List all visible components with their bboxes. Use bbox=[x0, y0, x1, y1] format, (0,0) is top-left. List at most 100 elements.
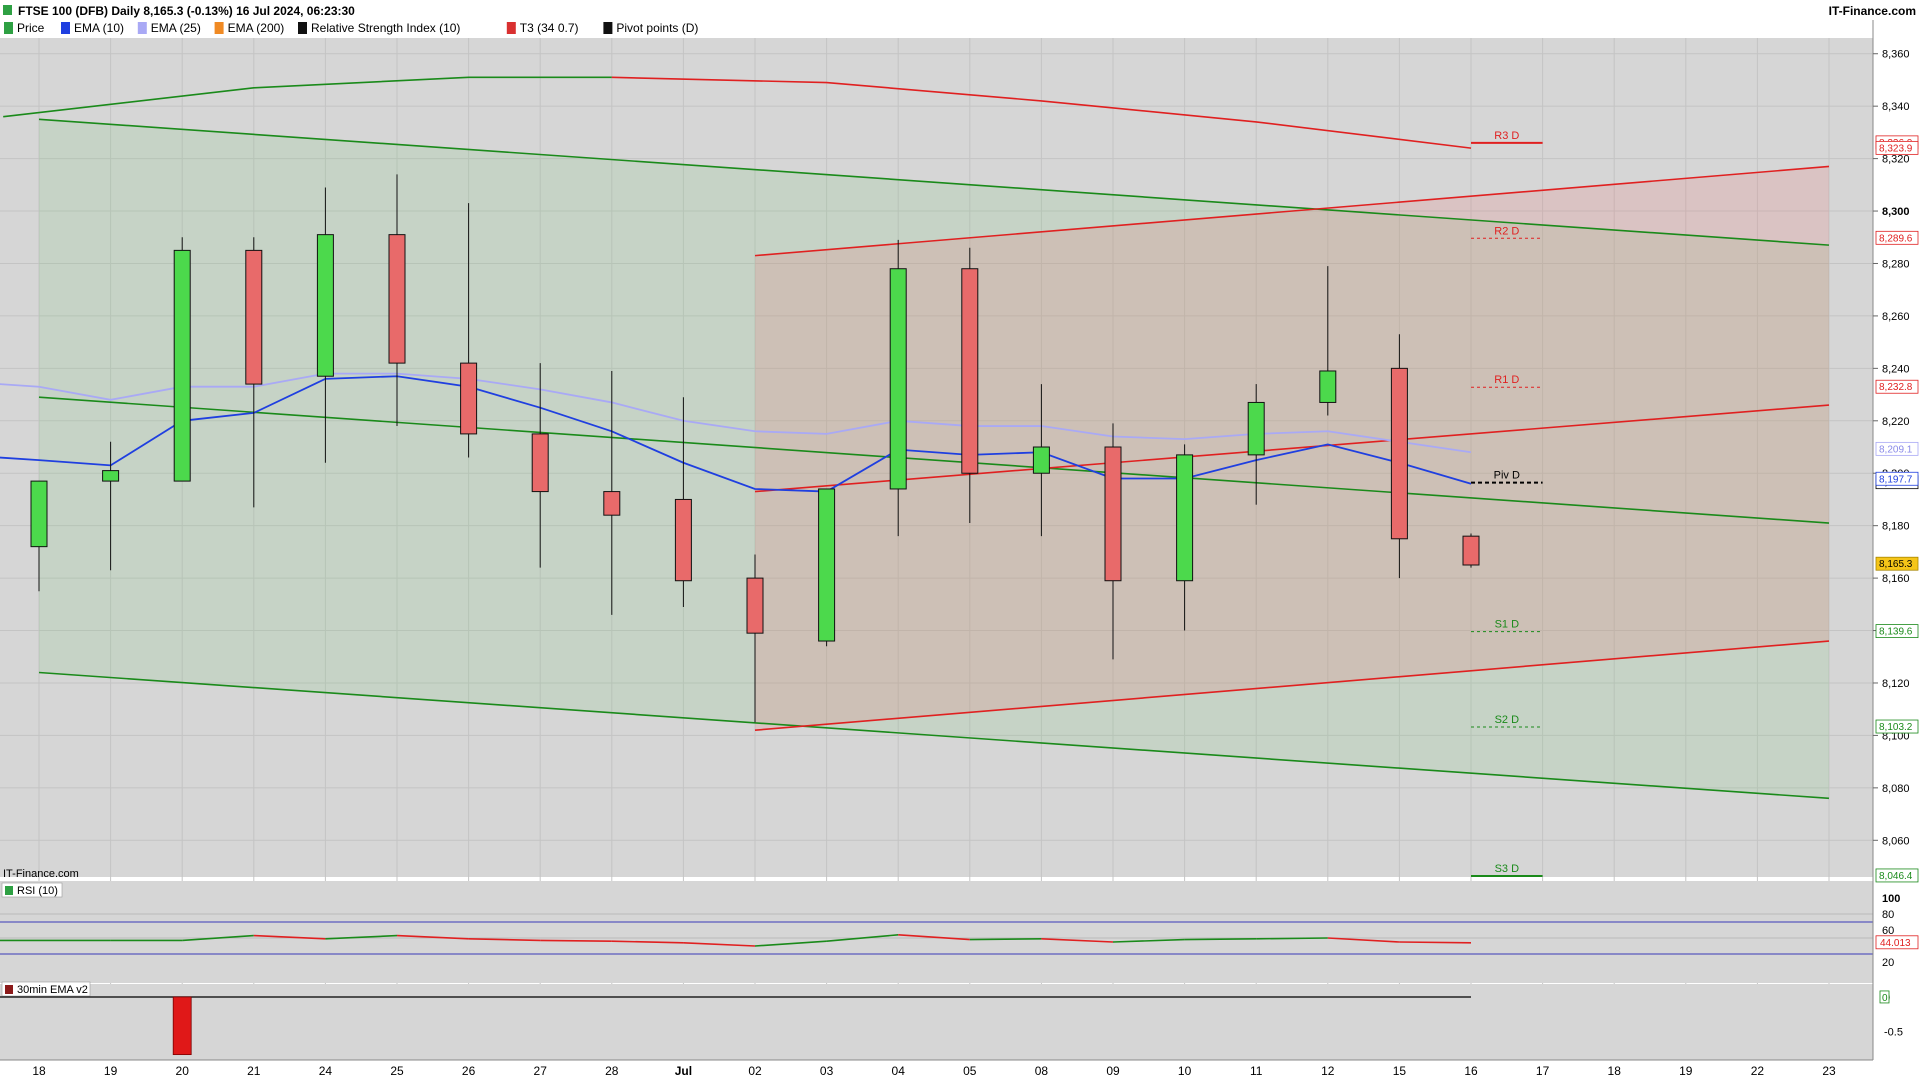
chart-title: FTSE 100 (DFB) Daily 8,165.3 (-0.13%) 16… bbox=[18, 4, 355, 18]
candle-body bbox=[1462, 535, 1480, 566]
candle-body bbox=[889, 268, 907, 490]
candle-body bbox=[603, 491, 621, 516]
x-tick-label: 15 bbox=[1393, 1064, 1407, 1078]
pivot-label: R2 D bbox=[1494, 225, 1519, 237]
legend-swatch bbox=[298, 22, 307, 34]
rsi-pane-bg bbox=[0, 881, 1873, 983]
candle-body bbox=[102, 470, 120, 482]
indicator-legend: Price EMA (10) EMA (25) EMA (200) Relative S… bbox=[4, 21, 698, 35]
y-tick-label: 8,300 bbox=[1882, 206, 1910, 218]
candle-body bbox=[1390, 367, 1408, 540]
x-tick-label: 03 bbox=[820, 1064, 834, 1078]
y-tick-label: 8,060 bbox=[1882, 835, 1910, 847]
legend-item-4[interactable]: Relative Strength Index (10) bbox=[311, 21, 460, 35]
x-tick-label: 17 bbox=[1536, 1064, 1550, 1078]
rsi-tick-label: 20 bbox=[1882, 957, 1894, 969]
y-tick-label: 8,080 bbox=[1882, 783, 1910, 795]
rsi-segment bbox=[969, 938, 1042, 941]
ema30-pane-bg bbox=[0, 984, 1873, 1060]
svg-text:8,046.4: 8,046.4 bbox=[1879, 871, 1913, 882]
candle-body bbox=[245, 249, 263, 385]
x-tick-label: 10 bbox=[1178, 1064, 1192, 1078]
y-tick-label: 8,360 bbox=[1882, 49, 1910, 61]
candle-body bbox=[1176, 454, 1194, 582]
candle-body bbox=[460, 362, 478, 435]
rsi-segment bbox=[1184, 938, 1257, 941]
svg-text:8,139.6: 8,139.6 bbox=[1879, 627, 1913, 638]
x-tick-label: 08 bbox=[1035, 1064, 1049, 1078]
rsi-tick-label: 60 bbox=[1882, 925, 1894, 937]
legend-swatch bbox=[137, 22, 147, 34]
x-tick-label: 22 bbox=[1751, 1064, 1765, 1078]
rsi-segment bbox=[1399, 941, 1472, 944]
ema30-bar bbox=[172, 996, 192, 1056]
ema30-zero-tag: 0 bbox=[1879, 990, 1890, 1004]
x-tick-label: 20 bbox=[176, 1064, 190, 1078]
y-tick-label: 8,180 bbox=[1882, 521, 1910, 533]
rsi-value-tag: 44.013 bbox=[1875, 935, 1919, 950]
svg-text:8,103.2: 8,103.2 bbox=[1879, 722, 1913, 733]
legend-item-1[interactable]: EMA (10) bbox=[74, 21, 124, 35]
legend-item-2[interactable]: EMA (25) bbox=[151, 21, 201, 35]
x-tick-label: 18 bbox=[32, 1064, 46, 1078]
legend-item-6[interactable]: Pivot points (D) bbox=[616, 21, 698, 35]
x-tick-label: 05 bbox=[963, 1064, 977, 1078]
x-tick-label: 12 bbox=[1321, 1064, 1335, 1078]
axis-value-tag: 8,197.7 bbox=[1875, 471, 1919, 486]
ema30-header: 30min EMA v2 bbox=[1, 981, 91, 997]
y-tick-label: 8,260 bbox=[1882, 311, 1910, 323]
candle-body bbox=[961, 268, 979, 474]
rsi-header: RSI (10) bbox=[1, 882, 63, 898]
rsi-tick-label: 80 bbox=[1882, 909, 1894, 921]
chart-canvas[interactable]: FTSE 100 (DFB) Daily 8,165.3 (-0.13%) 16… bbox=[0, 0, 1920, 1080]
legend-swatch bbox=[61, 22, 70, 34]
y-tick-label: 8,280 bbox=[1882, 258, 1910, 270]
ema30-tick-label: -0.5 bbox=[1884, 1027, 1903, 1039]
legend-swatch bbox=[4, 22, 13, 34]
svg-text:8,197.7: 8,197.7 bbox=[1879, 474, 1913, 485]
y-tick-label: 8,320 bbox=[1882, 154, 1910, 166]
y-tick-label: 8,160 bbox=[1882, 573, 1910, 585]
rsi-title: RSI (10) bbox=[17, 885, 58, 897]
y-tick-label: 8,240 bbox=[1882, 363, 1910, 375]
axis-value-tag: 8,165.3 bbox=[1875, 556, 1919, 571]
x-tick-label: 24 bbox=[319, 1064, 333, 1078]
x-tick-label: 18 bbox=[1608, 1064, 1622, 1078]
candle-body bbox=[1032, 446, 1050, 474]
y-tick-label: 8,340 bbox=[1882, 101, 1910, 113]
x-tick-label: 09 bbox=[1106, 1064, 1120, 1078]
candle-body bbox=[173, 249, 191, 482]
svg-text:8,323.9: 8,323.9 bbox=[1879, 143, 1913, 154]
legend-item-5[interactable]: T3 (34 0.7) bbox=[520, 21, 579, 35]
candle-body bbox=[1319, 370, 1337, 403]
candle-body bbox=[1104, 446, 1122, 582]
x-tick-label: 27 bbox=[534, 1064, 548, 1078]
candle-body bbox=[1247, 401, 1265, 456]
pivot-axis-tag: 8,139.6 bbox=[1875, 624, 1919, 638]
pivot-label: R3 D bbox=[1494, 130, 1519, 142]
candle-body bbox=[531, 433, 549, 493]
ema30-title: 30min EMA v2 bbox=[17, 984, 88, 996]
x-tick-label: 16 bbox=[1464, 1064, 1478, 1078]
rsi-segment bbox=[540, 939, 612, 942]
pivot-label: S1 D bbox=[1495, 619, 1520, 631]
candle-body bbox=[30, 480, 48, 548]
svg-text:8,209.1: 8,209.1 bbox=[1879, 444, 1913, 455]
x-tick-label: Jul bbox=[675, 1064, 692, 1078]
x-tick-label: 28 bbox=[605, 1064, 619, 1078]
pivot-label: R1 D bbox=[1494, 374, 1519, 386]
candle[interactable] bbox=[173, 237, 191, 482]
candle-body bbox=[746, 577, 764, 634]
pivot-axis-tag: 8,232.8 bbox=[1875, 379, 1919, 394]
x-tick-label: 25 bbox=[390, 1064, 404, 1078]
legend-item-0[interactable]: Price bbox=[17, 21, 45, 35]
candle[interactable] bbox=[818, 488, 836, 647]
legend-item-3[interactable]: EMA (200) bbox=[228, 21, 285, 35]
x-tick-label: 19 bbox=[1679, 1064, 1693, 1078]
svg-text:44.013: 44.013 bbox=[1880, 938, 1911, 949]
candle-body bbox=[674, 498, 692, 582]
legend-swatch bbox=[506, 22, 516, 34]
candle[interactable] bbox=[1462, 533, 1480, 568]
x-tick-label: 04 bbox=[892, 1064, 906, 1078]
rsi-segment bbox=[1256, 937, 1328, 940]
